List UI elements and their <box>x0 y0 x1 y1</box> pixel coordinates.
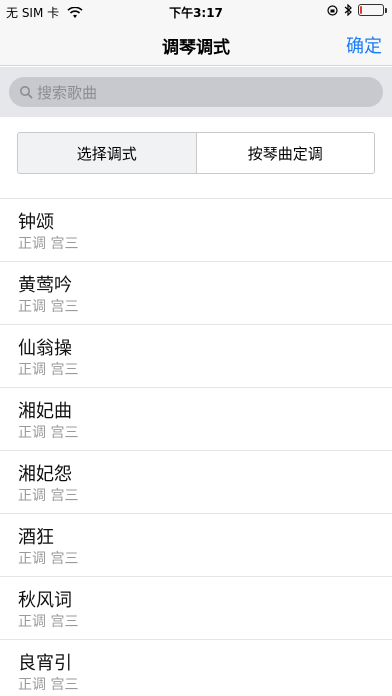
list-item[interactable]: 酒狂 正调 宫三 <box>0 514 392 577</box>
segment-select-mode[interactable]: 选择调式 <box>18 133 197 173</box>
song-tuning: 正调 宫三 <box>18 236 79 252</box>
search-icon <box>20 86 33 99</box>
battery-level <box>360 6 362 14</box>
song-tuning: 正调 宫三 <box>18 677 79 693</box>
rotation-lock-icon <box>327 4 338 16</box>
list-item[interactable]: 良宵引 正调 宫三 <box>0 640 392 696</box>
list-item[interactable]: 秋风词 正调 宫三 <box>0 577 392 640</box>
list-item[interactable]: 湘妃怨 正调 宫三 <box>0 451 392 514</box>
search-bar: 搜索歌曲 <box>0 67 392 117</box>
search-input[interactable]: 搜索歌曲 <box>9 77 383 107</box>
song-title: 秋风词 <box>18 590 72 611</box>
page-title: 调琴调式 <box>162 38 230 58</box>
song-tuning: 正调 宫三 <box>18 299 79 315</box>
song-tuning: 正调 宫三 <box>18 488 79 504</box>
song-tuning: 正调 宫三 <box>18 425 79 441</box>
song-list: 钟颂 正调 宫三 黄莺吟 正调 宫三 仙翁操 正调 宫三 湘妃曲 正调 宫三 湘… <box>0 198 392 696</box>
list-item[interactable]: 黄莺吟 正调 宫三 <box>0 262 392 325</box>
song-title: 钟颂 <box>18 212 54 233</box>
song-title: 湘妃曲 <box>18 401 72 422</box>
search-placeholder: 搜索歌曲 <box>37 83 98 102</box>
navigation-bar: 调琴调式 确定 <box>0 22 392 66</box>
list-item[interactable]: 仙翁操 正调 宫三 <box>0 325 392 388</box>
status-bar: 无 SIM 卡 下午3:17 <box>0 0 392 22</box>
song-title: 仙翁操 <box>18 338 72 359</box>
segmented-control: 选择调式 按琴曲定调 <box>17 132 375 174</box>
song-tuning: 正调 宫三 <box>18 551 79 567</box>
song-title: 酒狂 <box>18 527 54 548</box>
battery-icon <box>358 4 387 16</box>
list-item[interactable]: 钟颂 正调 宫三 <box>0 199 392 262</box>
bluetooth-icon <box>344 4 352 16</box>
song-title: 湘妃怨 <box>18 464 72 485</box>
song-title: 良宵引 <box>18 653 72 674</box>
status-right <box>327 4 387 16</box>
confirm-button[interactable]: 确定 <box>346 32 382 58</box>
list-item[interactable]: 湘妃曲 正调 宫三 <box>0 388 392 451</box>
song-title: 黄莺吟 <box>18 275 72 296</box>
song-tuning: 正调 宫三 <box>18 362 79 378</box>
segment-tune-by-song[interactable]: 按琴曲定调 <box>197 133 375 173</box>
song-tuning: 正调 宫三 <box>18 614 79 630</box>
